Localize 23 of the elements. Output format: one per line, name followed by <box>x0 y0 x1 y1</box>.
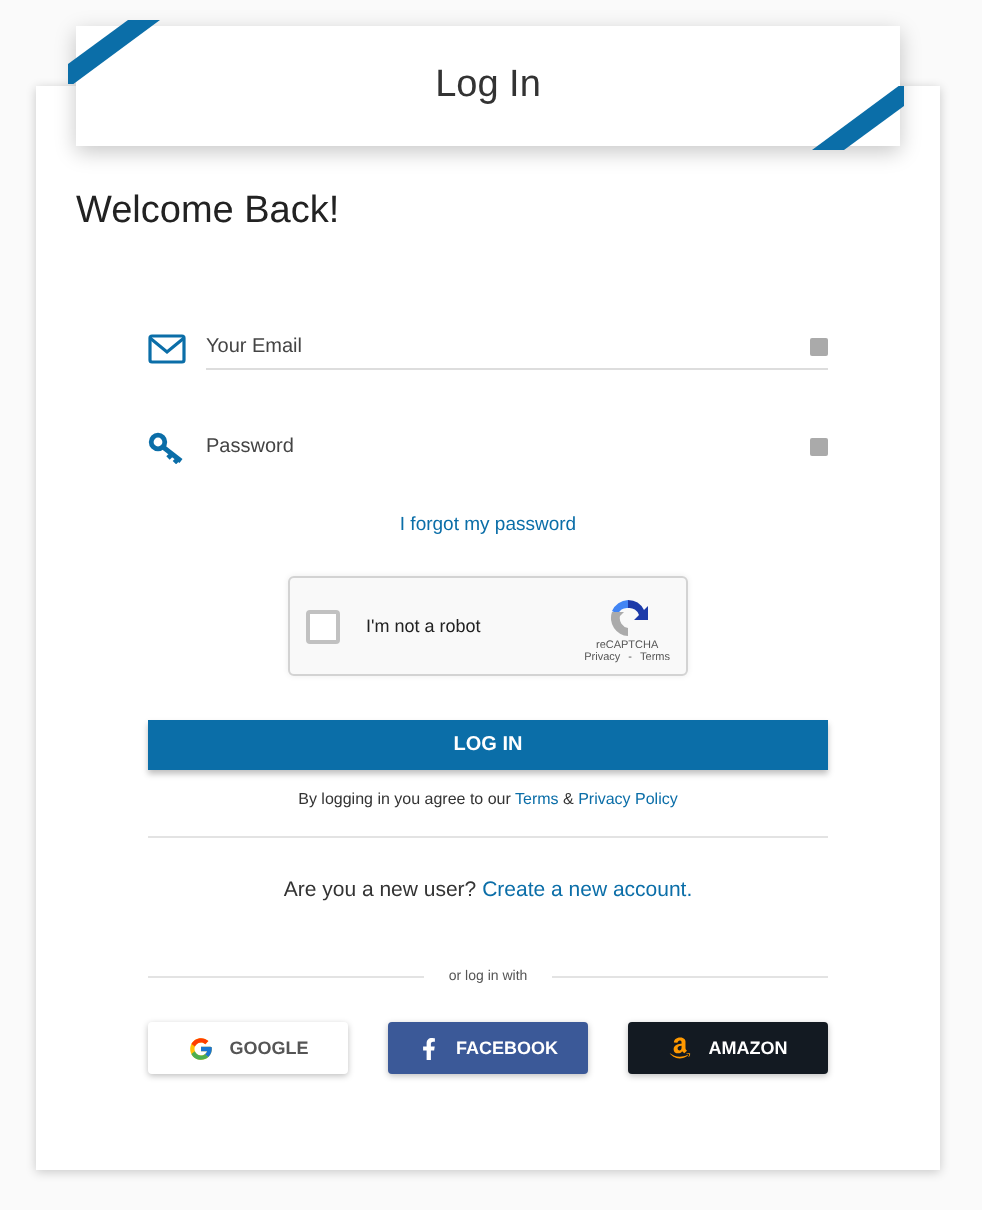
google-button[interactable]: GOOGLE <box>148 1022 348 1074</box>
key-icon <box>148 432 186 464</box>
login-button[interactable]: LOG IN <box>148 720 828 770</box>
amazon-button[interactable]: AMAZON <box>628 1022 828 1074</box>
privacy-policy-link[interactable]: Privacy Policy <box>578 790 678 808</box>
autofill-icon[interactable] <box>810 338 828 356</box>
google-logo-icon <box>187 1035 214 1061</box>
facebook-logo-icon <box>417 1037 440 1059</box>
recaptcha-logo-icon <box>605 596 650 640</box>
forgot-password-link[interactable]: I forgot my password <box>399 514 577 536</box>
password-field[interactable]: Password <box>206 426 828 470</box>
welcome-heading: Welcome Back! <box>76 190 342 234</box>
page-title: Log In <box>435 64 541 108</box>
agreement-text: By logging in you agree to our Terms & Privacy Policy <box>296 790 680 808</box>
signup-prompt: Are you a new user? Create a new account. <box>281 878 695 902</box>
facebook-button[interactable]: FACEBOOK <box>388 1022 588 1074</box>
captcha-label: I'm not a robot <box>366 616 483 636</box>
envelope-icon <box>148 333 186 363</box>
amazon-logo-icon <box>668 1036 693 1060</box>
captcha-checkbox[interactable] <box>306 609 340 643</box>
terms-link[interactable]: Terms <box>515 790 559 808</box>
autofill-icon[interactable] <box>810 438 828 456</box>
create-account-link[interactable]: Create a new account. <box>482 878 693 902</box>
